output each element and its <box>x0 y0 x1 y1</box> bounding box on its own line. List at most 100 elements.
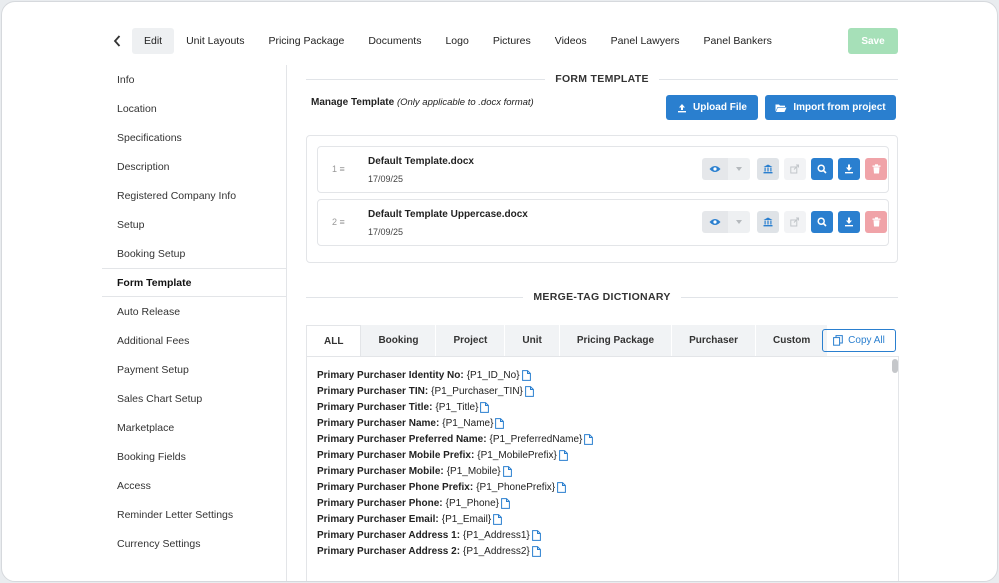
folder-open-icon <box>775 104 787 112</box>
preview-button[interactable] <box>702 158 728 180</box>
back-button[interactable] <box>102 28 132 54</box>
tag-label: Primary Purchaser Identity No: <box>317 369 464 381</box>
tab-all[interactable]: ALL <box>306 325 362 356</box>
scrollbar[interactable] <box>891 357 898 581</box>
divider <box>306 296 524 298</box>
sidebar-item-payment-setup[interactable]: Payment Setup <box>102 355 286 384</box>
divider <box>680 296 898 298</box>
tab-edit[interactable]: Edit <box>132 28 175 54</box>
top-nav: Edit Unit Layouts Pricing Package Docume… <box>102 28 784 54</box>
sidebar-item-location[interactable]: Location <box>102 94 286 123</box>
delete-button[interactable] <box>865 158 887 180</box>
sidebar-item-booking-fields[interactable]: Booking Fields <box>102 442 286 471</box>
tab-unit[interactable]: Unit <box>505 325 560 356</box>
share-button[interactable] <box>784 211 806 233</box>
copy-tag-icon[interactable] <box>531 529 541 541</box>
tag-code: {P1_MobilePrefix} <box>477 449 557 461</box>
drag-handle[interactable]: 1 ≡ <box>332 164 345 174</box>
sidebar-item-marketplace[interactable]: Marketplace <box>102 413 286 442</box>
tab-panel-bankers[interactable]: Panel Bankers <box>692 28 784 54</box>
copy-tag-icon[interactable] <box>558 449 568 461</box>
magnify-icon <box>817 164 827 174</box>
preview-dropdown-button[interactable] <box>728 158 750 180</box>
sidebar-item-setup[interactable]: Setup <box>102 210 286 239</box>
tag-label: Primary Purchaser Title: <box>317 401 433 413</box>
tag-label: Primary Purchaser Email: <box>317 513 439 525</box>
copy-tag-icon[interactable] <box>521 369 531 381</box>
merge-tag-item: Primary Purchaser TIN: {P1_Purchaser_TIN} <box>317 383 534 399</box>
merge-tag-item: Primary Purchaser Address 1: {P1_Address1… <box>317 527 541 543</box>
tag-code: {P1_Mobile} <box>446 465 501 477</box>
tag-label: Primary Purchaser Address 1: <box>317 529 461 541</box>
tag-label: Primary Purchaser Phone: <box>317 497 443 509</box>
share-button[interactable] <box>784 158 806 180</box>
save-button[interactable]: Save <box>848 28 898 54</box>
download-button[interactable] <box>838 211 860 233</box>
sidebar-item-auto-release[interactable]: Auto Release <box>102 297 286 326</box>
copy-tag-icon[interactable] <box>501 497 510 509</box>
sidebar-item-specifications[interactable]: Specifications <box>102 123 286 152</box>
tab-pricing-package[interactable]: Pricing Package <box>559 325 673 356</box>
template-name: Default Template.docx <box>368 156 474 167</box>
caret-down-icon <box>736 220 742 224</box>
set-default-button[interactable] <box>757 211 779 233</box>
copy-all-button[interactable]: Copy All <box>822 329 896 352</box>
sidebar-item-booking-setup[interactable]: Booking Setup <box>102 239 286 268</box>
tab-panel-lawyers[interactable]: Panel Lawyers <box>599 28 692 54</box>
set-default-button[interactable] <box>757 158 779 180</box>
upload-file-button[interactable]: Upload File <box>666 95 758 120</box>
merge-tag-item: Primary Purchaser Preferred Name: {P1_Pre… <box>317 431 594 447</box>
tab-pricing-package[interactable]: Pricing Package <box>256 28 356 54</box>
copy-tag-icon[interactable] <box>502 465 512 477</box>
sidebar-item-form-template[interactable]: Form Template <box>102 268 286 297</box>
share-icon <box>790 164 799 174</box>
tab-logo[interactable]: Logo <box>433 28 480 54</box>
copy-tag-icon[interactable] <box>495 417 505 429</box>
zoom-button[interactable] <box>811 158 833 180</box>
upload-icon <box>678 103 687 112</box>
preview-button[interactable] <box>702 211 728 233</box>
tab-pictures[interactable]: Pictures <box>481 28 543 54</box>
sidebar-item-info[interactable]: Info <box>102 65 286 94</box>
sidebar-item-reminder-letter-settings[interactable]: Reminder Letter Settings <box>102 500 286 529</box>
tab-documents[interactable]: Documents <box>356 28 433 54</box>
tab-videos[interactable]: Videos <box>543 28 599 54</box>
template-list: 1 ≡ Default Template.docx 17/09/25 2 ≡ D… <box>306 135 898 263</box>
sidebar-item-description[interactable]: Description <box>102 152 286 181</box>
sidebar-item-additional-fees[interactable]: Additional Fees <box>102 326 286 355</box>
tag-label: Primary Purchaser Preferred Name: <box>317 433 487 445</box>
tab-purchaser[interactable]: Purchaser <box>672 325 756 356</box>
sidebar-item-access[interactable]: Access <box>102 471 286 500</box>
template-date: 17/09/25 <box>368 174 404 184</box>
chevron-left-icon <box>113 35 121 47</box>
scrollbar-thumb[interactable] <box>892 359 898 373</box>
delete-button[interactable] <box>865 211 887 233</box>
sidebar-item-sales-chart-setup[interactable]: Sales Chart Setup <box>102 384 286 413</box>
merge-tag-item: Primary Purchaser Identity No: {P1_ID_No} <box>317 367 531 383</box>
tab-custom[interactable]: Custom <box>756 325 829 356</box>
tag-code: {P1_Purchaser_TIN} <box>431 385 523 397</box>
copy-tag-icon[interactable] <box>524 385 534 397</box>
magnify-icon <box>817 217 827 227</box>
preview-dropdown-button[interactable] <box>728 211 750 233</box>
copy-tag-icon[interactable] <box>493 513 503 525</box>
merge-tag-header: MERGE-TAG DICTIONARY <box>306 290 898 304</box>
copy-all-label: Copy All <box>848 335 885 346</box>
copy-tag-icon[interactable] <box>557 481 567 493</box>
tab-booking[interactable]: Booking <box>361 325 437 356</box>
zoom-button[interactable] <box>811 211 833 233</box>
trash-icon <box>872 164 880 174</box>
download-button[interactable] <box>838 158 860 180</box>
sidebar-item-registered-company-info[interactable]: Registered Company Info <box>102 181 286 210</box>
import-from-project-button[interactable]: Import from project <box>765 95 896 120</box>
copy-tag-icon[interactable] <box>480 401 490 413</box>
copy-tag-icon[interactable] <box>584 433 594 445</box>
tab-unit-layouts[interactable]: Unit Layouts <box>174 28 256 54</box>
copy-tag-icon[interactable] <box>531 545 541 557</box>
tab-project[interactable]: Project <box>436 325 506 356</box>
sidebar-item-currency-settings[interactable]: Currency Settings <box>102 529 286 558</box>
tag-code: {P1_Email} <box>441 513 492 525</box>
drag-handle[interactable]: 2 ≡ <box>332 217 345 227</box>
template-name: Default Template Uppercase.docx <box>368 209 528 220</box>
tag-code: {P1_Phone} <box>445 497 499 509</box>
